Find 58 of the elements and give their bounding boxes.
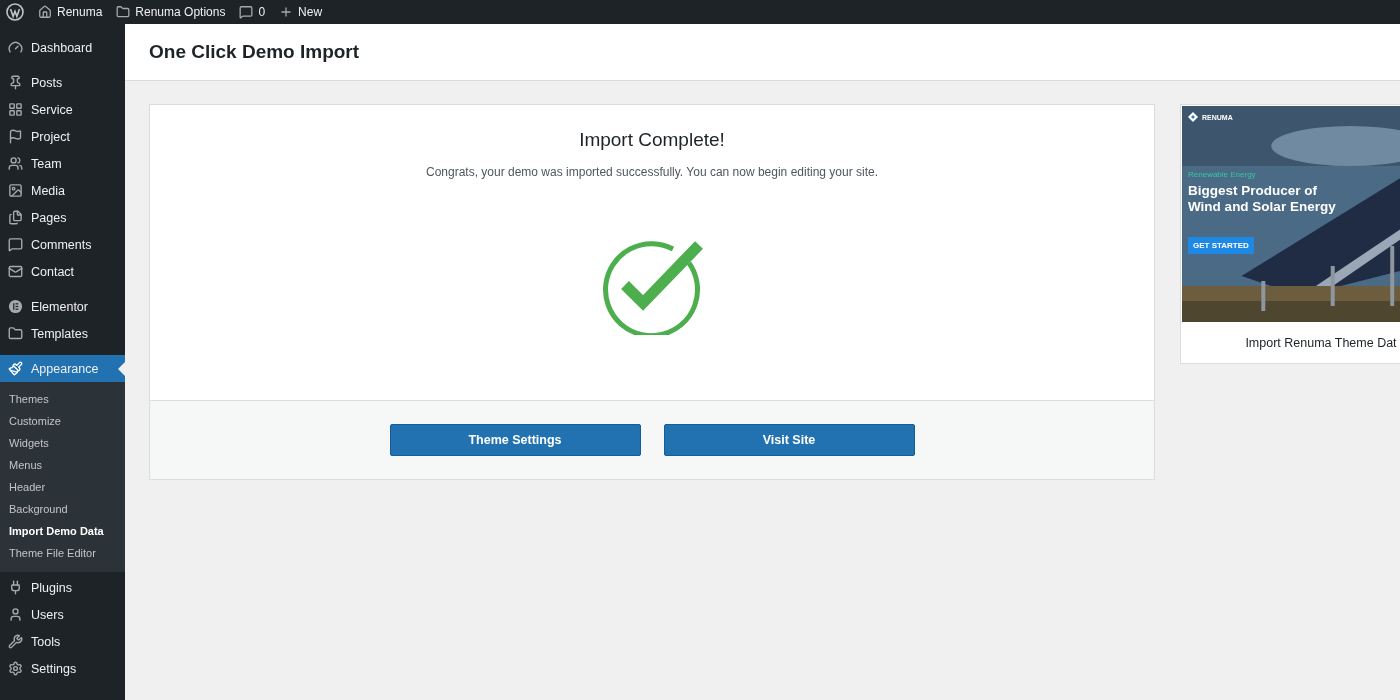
comment-icon — [239, 5, 254, 19]
hero-tagline: Renewable Energy — [1188, 170, 1257, 179]
elementor-icon — [8, 299, 23, 314]
folder-icon — [116, 5, 131, 19]
submenu-item[interactable]: Import Demo Data — [0, 520, 125, 542]
submenu-item[interactable]: Theme File Editor — [0, 542, 125, 564]
plus-icon — [279, 5, 294, 19]
admin-bar-link[interactable]: Renuma Options — [116, 5, 226, 19]
flag-icon — [8, 129, 23, 144]
settings-icon — [8, 661, 23, 676]
home-icon — [38, 5, 52, 19]
page-title: One Click Demo Import — [149, 41, 360, 63]
sidebar-item[interactable]: Comments — [0, 231, 125, 258]
hero-heading: Biggest Producer of Wind and Solar Energy — [1188, 183, 1337, 215]
sidebar-item[interactable]: Contact — [0, 258, 125, 285]
sidebar-item[interactable]: Service — [0, 96, 125, 123]
submenu-item[interactable]: Menus — [0, 454, 125, 476]
brush-icon — [8, 361, 23, 376]
submenu-item[interactable]: Customize — [0, 410, 125, 432]
user-icon — [8, 607, 23, 622]
sidebar-item[interactable]: Elementor — [0, 293, 125, 320]
submenu-item[interactable]: Themes — [0, 388, 125, 410]
action-button[interactable]: Theme Settings — [389, 424, 641, 456]
comment-icon — [8, 237, 23, 252]
preview-caption: Import Renuma Theme Dat — [1244, 335, 1398, 352]
sidebar-item[interactable]: Project — [0, 123, 125, 150]
sidebar-item[interactable]: Tools — [0, 628, 125, 655]
submenu-item[interactable]: Header — [0, 476, 125, 498]
sidebar-item[interactable]: Templates — [0, 320, 125, 347]
pin-icon — [8, 75, 23, 90]
sidebar-item[interactable]: Media — [0, 177, 125, 204]
sidebar-item[interactable]: Posts — [0, 69, 125, 96]
sidebar-item[interactable]: Settings — [0, 655, 125, 682]
sidebar-item[interactable]: Users — [0, 601, 125, 628]
media-icon — [8, 183, 23, 198]
sidebar-item[interactable]: Plugins — [0, 574, 125, 601]
result-message: Congrats, your demo was imported successfully. You can now begin editing your site. — [426, 165, 878, 179]
plug-icon — [8, 580, 23, 595]
people-icon — [8, 156, 23, 171]
grid-icon — [8, 102, 23, 117]
action-button[interactable]: Visit Site — [663, 424, 915, 456]
submenu-item[interactable]: Widgets — [0, 432, 125, 454]
result-title: Import Complete! — [579, 129, 725, 151]
sidebar-item[interactable]: Appearance — [0, 355, 125, 382]
pages-icon — [8, 210, 23, 225]
mail-icon — [8, 264, 23, 279]
sidebar-item[interactable]: Dashboard — [0, 34, 125, 61]
get-started-button[interactable]: GET STARTED — [1188, 237, 1254, 254]
wordpress-logo-icon[interactable] — [6, 3, 24, 21]
folder-icon — [8, 326, 23, 341]
sidebar-item[interactable]: Pages — [0, 204, 125, 231]
wrench-icon — [8, 634, 23, 649]
sidebar-item[interactable]: Team — [0, 150, 125, 177]
admin-bar-link[interactable]: 0 — [239, 5, 266, 19]
admin-bar-link[interactable]: New — [279, 5, 323, 19]
gauge-icon — [8, 40, 23, 55]
submenu-item[interactable]: Background — [0, 498, 125, 520]
admin-bar-link[interactable]: Renuma — [38, 5, 103, 19]
